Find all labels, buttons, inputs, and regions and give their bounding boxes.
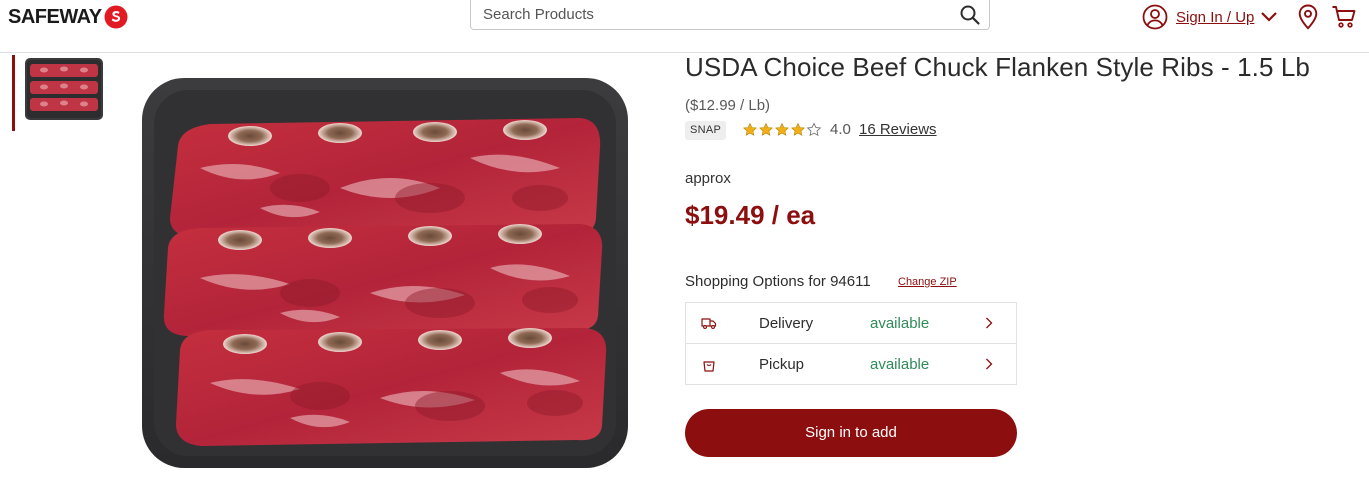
reviews-link[interactable]: 16 Reviews: [859, 121, 937, 138]
delivery-label: Delivery: [759, 315, 814, 332]
snap-badge: SNAP: [685, 121, 727, 140]
product-price: $19.49 / ea: [685, 200, 816, 230]
chevron-right-icon: [986, 358, 993, 370]
location-pin-icon[interactable]: [1297, 4, 1319, 30]
star-full-icon: [759, 122, 773, 136]
product-thumbnail[interactable]: [24, 57, 104, 121]
pickup-status: available: [870, 356, 930, 373]
approx-label: approx: [685, 170, 731, 187]
thumbnail-selected-indicator: [12, 55, 15, 131]
shopping-options-label: Shopping Options for 94611: [685, 273, 871, 290]
sign-in-link[interactable]: Sign In / Up: [1176, 9, 1254, 26]
shopping-bag-icon: [703, 361, 715, 372]
delivery-status: available: [870, 315, 930, 332]
star-empty-icon: [806, 122, 822, 137]
fulfillment-options: Delivery available Pickup available: [685, 302, 1017, 385]
site-header: SAFEWAY Sign In / Up: [0, 0, 1369, 53]
pickup-label: Pickup: [759, 356, 805, 373]
star-full-icon: [791, 122, 805, 136]
safeway-s-icon: [104, 5, 128, 29]
pickup-option[interactable]: Pickup available: [686, 344, 1016, 385]
unit-price: ($12.99 / Lb): [685, 97, 771, 114]
product-title: USDA Choice Beef Chuck Flanken Style Rib…: [685, 52, 1310, 82]
search-input[interactable]: [471, 0, 951, 28]
product-main-image: [142, 78, 628, 468]
user-icon: [1142, 4, 1168, 30]
cart-icon[interactable]: [1331, 4, 1357, 30]
change-zip-link[interactable]: Change ZIP: [898, 276, 957, 288]
delivery-option[interactable]: Delivery available: [686, 303, 1016, 344]
logo-text: SAFEWAY: [8, 5, 102, 28]
star-full-icon: [743, 122, 757, 136]
sign-in-to-add-button[interactable]: Sign in to add: [685, 409, 1017, 457]
rating-value: 4.0: [830, 121, 851, 138]
search-box: [470, 0, 990, 30]
safeway-logo[interactable]: SAFEWAY: [8, 4, 128, 30]
chevron-down-icon[interactable]: [1260, 11, 1278, 23]
search-icon[interactable]: [959, 4, 981, 26]
delivery-truck-icon: [701, 318, 717, 329]
star-rating: [742, 122, 822, 138]
account-menu[interactable]: Sign In / Up: [1142, 4, 1278, 30]
chevron-right-icon: [986, 317, 993, 329]
star-full-icon: [775, 122, 789, 136]
